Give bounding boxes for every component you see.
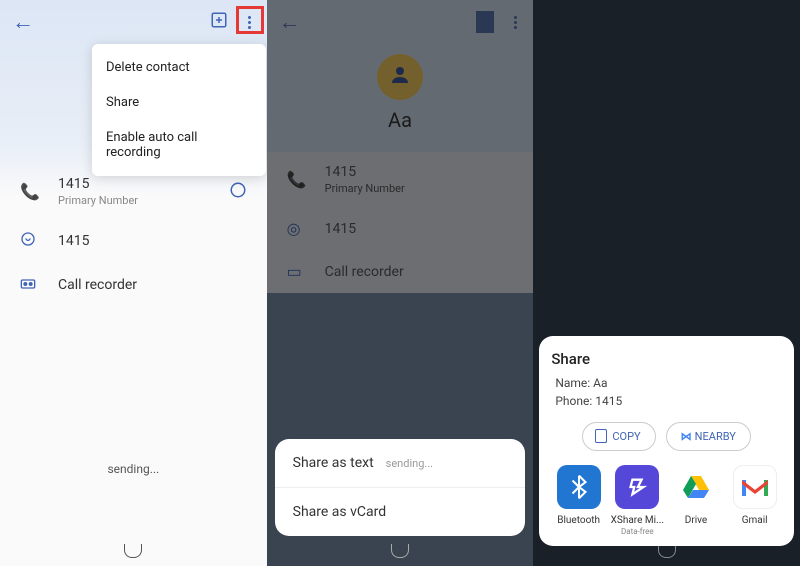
share-format-sheet: Share as text sending... Share as vCard bbox=[275, 439, 526, 536]
panel-contact-dropdown: ← Delete contact Share Enable auto call … bbox=[0, 0, 267, 566]
recorder-label: Call recorder bbox=[58, 277, 247, 293]
share-quick-actions: COPY ⋈ NEARBY bbox=[551, 422, 782, 451]
whatsapp-icon: ◎ bbox=[287, 219, 307, 238]
message-icon[interactable] bbox=[229, 181, 247, 203]
nav-bar bbox=[533, 544, 800, 558]
recorder-row[interactable]: Call recorder bbox=[0, 263, 267, 306]
edit-icon bbox=[476, 11, 494, 33]
share-as-text[interactable]: Share as text sending... bbox=[275, 439, 526, 488]
menu-enable-auto-recording[interactable]: Enable auto call recording bbox=[92, 120, 266, 170]
app-bluetooth[interactable]: Bluetooth bbox=[551, 465, 606, 536]
share-title: Share bbox=[551, 350, 782, 368]
avatar bbox=[377, 54, 423, 100]
edit-icon[interactable] bbox=[210, 11, 228, 33]
nav-back-icon[interactable] bbox=[124, 544, 142, 558]
phone-label: Primary Number bbox=[58, 194, 229, 207]
dropdown-menu: Delete contact Share Enable auto call re… bbox=[92, 44, 266, 176]
phone-icon: 📞 bbox=[287, 170, 307, 189]
person-icon bbox=[388, 63, 412, 92]
nearby-icon: ⋈ bbox=[681, 430, 690, 443]
gmail-icon bbox=[733, 465, 777, 509]
recorder-icon: ▭ bbox=[287, 262, 307, 281]
nav-bar bbox=[0, 544, 267, 558]
whatsapp-icon bbox=[20, 231, 40, 251]
app-gmail[interactable]: Gmail bbox=[727, 465, 782, 536]
xshare-icon bbox=[615, 465, 659, 509]
bluetooth-icon bbox=[557, 465, 601, 509]
whatsapp-number: 1415 bbox=[58, 233, 247, 249]
whatsapp-row: ◎ 1415 bbox=[267, 207, 534, 250]
back-arrow-icon[interactable]: ← bbox=[12, 9, 34, 35]
panel-system-share: Share Name: Aa Phone: 1415 COPY ⋈ NEARBY… bbox=[533, 0, 800, 566]
system-share-sheet: Share Name: Aa Phone: 1415 COPY ⋈ NEARBY… bbox=[539, 336, 794, 546]
app-xshare[interactable]: XShare Mi... Data-free bbox=[610, 465, 665, 536]
more-menu-icon bbox=[510, 12, 521, 33]
app-drive[interactable]: Drive bbox=[669, 465, 724, 536]
menu-delete-contact[interactable]: Delete contact bbox=[92, 50, 266, 85]
recorder-icon bbox=[20, 275, 40, 294]
copy-button[interactable]: COPY bbox=[582, 422, 655, 451]
sending-toast: sending... bbox=[0, 462, 267, 476]
contact-details: 📞 1415 Primary Number 1415 Call recorder bbox=[0, 164, 267, 306]
phone-number: 1415 bbox=[58, 176, 229, 192]
contact-details: 📞 1415 Primary Number ◎ 1415 ▭ Call reco… bbox=[267, 152, 534, 293]
copy-icon bbox=[597, 431, 607, 443]
nav-back-icon[interactable] bbox=[658, 544, 676, 558]
phone-icon: 📞 bbox=[20, 182, 40, 201]
recorder-row: ▭ Call recorder bbox=[267, 250, 534, 293]
back-arrow-icon[interactable]: ← bbox=[279, 9, 301, 35]
menu-share[interactable]: Share bbox=[92, 85, 266, 120]
whatsapp-row[interactable]: 1415 bbox=[0, 219, 267, 263]
more-menu-icon[interactable] bbox=[244, 12, 255, 33]
header: ← bbox=[0, 0, 267, 44]
drive-icon bbox=[674, 465, 718, 509]
panel-share-as-sheet: ← Aa 📞 1415 Primary Number bbox=[267, 0, 534, 566]
contact-name: Aa bbox=[267, 108, 534, 132]
contact-header: Aa bbox=[267, 44, 534, 152]
share-content-preview: Name: Aa Phone: 1415 bbox=[551, 374, 782, 410]
header: ← bbox=[267, 0, 534, 44]
nav-back-icon[interactable] bbox=[391, 544, 409, 558]
phone-row: 📞 1415 Primary Number bbox=[267, 152, 534, 207]
nearby-button[interactable]: ⋈ NEARBY bbox=[666, 422, 751, 451]
share-app-grid: Bluetooth XShare Mi... Data-free Drive bbox=[551, 465, 782, 536]
share-as-vcard[interactable]: Share as vCard bbox=[275, 488, 526, 536]
nav-bar bbox=[267, 544, 534, 558]
